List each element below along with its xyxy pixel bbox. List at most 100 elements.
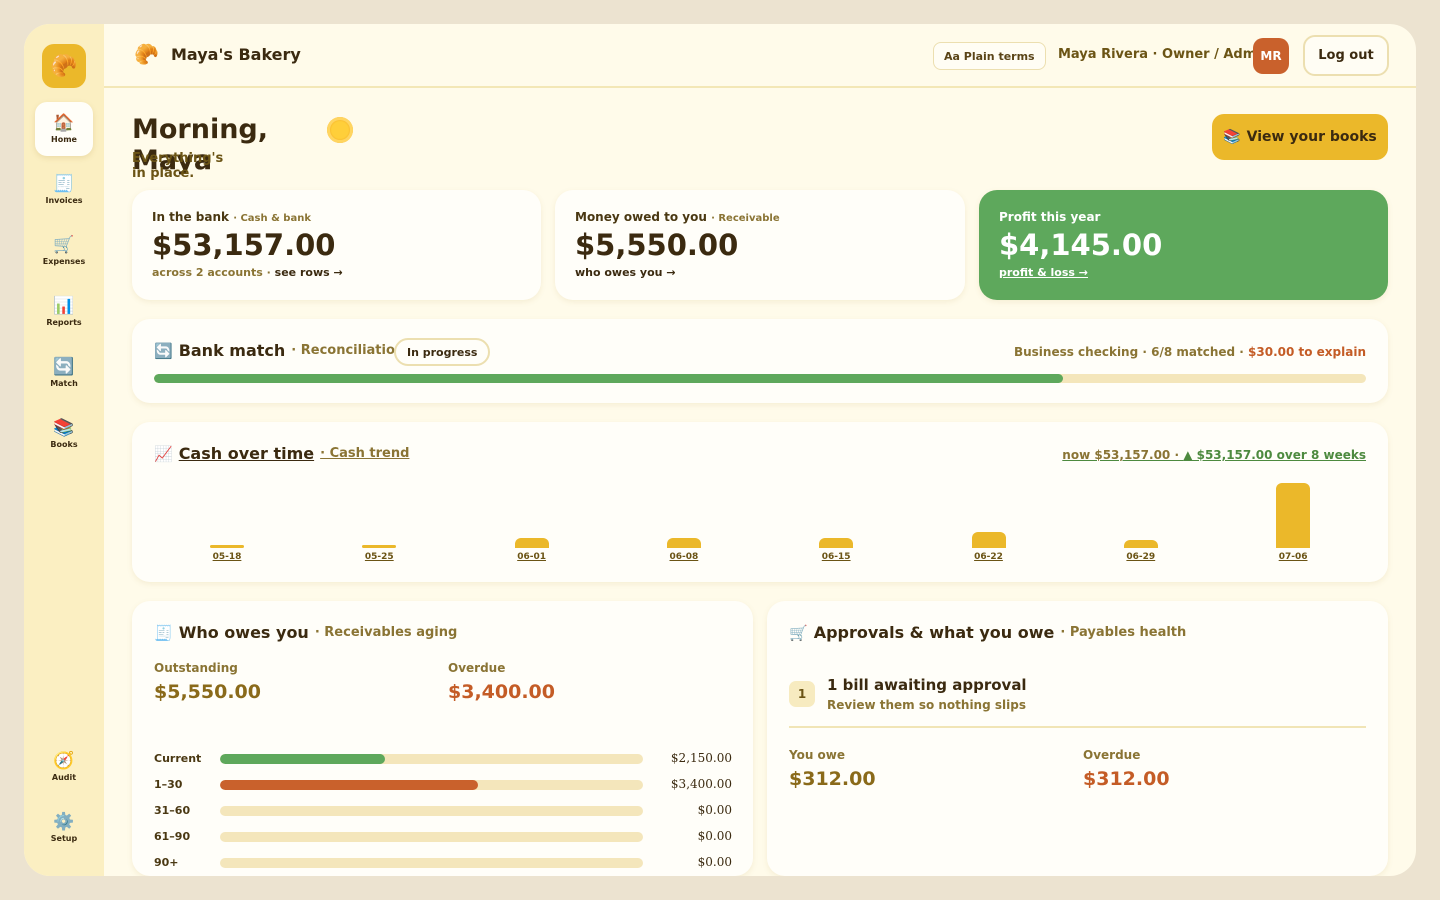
- bank-match-card: 🔄 Bank match · Reconciliation In progres…: [132, 319, 1388, 403]
- receivable-caption: who owes you →: [575, 266, 676, 279]
- sidebar-item-home[interactable]: 🏠 Home: [35, 102, 93, 156]
- aging-bucket-label: 1–30: [154, 778, 183, 791]
- plain-terms-toggle[interactable]: Aa Plain terms: [933, 42, 1046, 70]
- chart-x-tick-label[interactable]: 07-06: [1268, 552, 1318, 562]
- outstanding-label: Outstanding: [154, 661, 238, 675]
- sidebar: 🥐 🏠 Home 🧾 Invoices 🛒 Expenses 📊 Reports…: [24, 24, 104, 876]
- reconciliation-progress: [154, 374, 1366, 383]
- chart-bar[interactable]: [362, 544, 397, 548]
- chart-bar[interactable]: [819, 538, 854, 548]
- outstanding-value: $5,550.00: [154, 681, 261, 703]
- section-header: 🔄 Bank match · Reconciliation: [154, 341, 404, 360]
- sidebar-item-label: Expenses: [42, 257, 86, 266]
- gear-icon: ⚙️: [53, 812, 75, 832]
- aging-bucket-label: 61–90: [154, 830, 191, 843]
- cash-trend-card: 📈 Cash over time · Cash trend now $53,15…: [132, 422, 1388, 582]
- status-badge: In progress: [394, 338, 491, 366]
- invoice-icon: 🧾: [154, 623, 173, 642]
- sidebar-item-label: Audit: [51, 773, 77, 782]
- chart-x-tick-label[interactable]: 06-08: [659, 552, 709, 562]
- aging-bar: [220, 832, 643, 842]
- section-header: 🧾 Who owes you · Receivables aging: [154, 623, 457, 642]
- bank-balance-card: In the bank · Cash & bank $53,157.00 acr…: [132, 190, 541, 300]
- sidebar-item-expenses[interactable]: 🛒 Expenses: [35, 224, 93, 278]
- chart-x-tick-label[interactable]: 06-29: [1116, 552, 1166, 562]
- sidebar-item-invoices[interactable]: 🧾 Invoices: [35, 163, 93, 217]
- aging-bar-fill: [220, 780, 479, 790]
- section-title: Bank match: [178, 341, 286, 360]
- chart-bar[interactable]: [210, 544, 244, 548]
- sidebar-item-label: Match: [50, 379, 78, 388]
- aging-bucket-label: 31–60: [154, 804, 191, 817]
- receivable-value: $5,550.00: [575, 228, 739, 262]
- view-books-button[interactable]: 📚 View your books: [1212, 114, 1388, 160]
- sidebar-item-books[interactable]: 📚 Books: [35, 407, 93, 461]
- kpi-title: Money owed to you: [575, 210, 707, 224]
- aging-row: 31–60 $0.00: [154, 801, 732, 821]
- chart-x-tick-label[interactable]: 05-18: [202, 552, 252, 562]
- section-title: Approvals & what you owe: [813, 623, 1055, 642]
- sidebar-item-setup[interactable]: ⚙️ Setup: [35, 801, 93, 855]
- kpi-subtitle: · Cash & bank: [233, 213, 311, 224]
- chart-x-tick-label[interactable]: 06-01: [507, 552, 557, 562]
- progress-fill: [154, 374, 1063, 383]
- chart-bar[interactable]: [514, 538, 549, 548]
- approval-title[interactable]: 1 bill awaiting approval: [827, 676, 1027, 694]
- chart-bar[interactable]: [971, 531, 1006, 548]
- books-icon: 📚: [1223, 129, 1241, 145]
- aging-bar: [220, 754, 643, 764]
- cash-trend-chart: 05-18 05-25 06-01 06-08 06-15 06-22 06-29 07-06: [154, 478, 1366, 568]
- chart-bar[interactable]: [1123, 539, 1158, 548]
- view-books-label: View your books: [1246, 129, 1377, 145]
- aging-row: 61–90 $0.00: [154, 827, 732, 847]
- chart-x-tick-label[interactable]: 06-15: [811, 552, 861, 562]
- books-icon: 📚: [53, 418, 75, 438]
- section-title: Who owes you: [178, 623, 309, 642]
- section-subtitle: · Payables health: [1060, 625, 1187, 640]
- page-subtitle: Everything's in place.: [132, 151, 224, 181]
- house-icon: 🏠: [53, 113, 75, 133]
- section-header[interactable]: 📈 Cash over time · Cash trend: [154, 444, 409, 463]
- aging-bar: [220, 858, 643, 868]
- chart-x-tick-label[interactable]: 06-22: [964, 552, 1014, 562]
- cart-icon: 🛒: [789, 623, 808, 642]
- aging-bucket-label: Current: [154, 752, 202, 765]
- user-role-label: Maya Rivera · Owner / Admin: [1058, 47, 1270, 62]
- overdue-label: Overdue: [448, 661, 506, 675]
- sidebar-item-reports[interactable]: 📊 Reports: [35, 285, 93, 339]
- sidebar-item-label: Home: [51, 135, 77, 144]
- sidebar-item-label: Setup: [50, 834, 78, 843]
- sidebar-item-audit[interactable]: 🧭 Audit: [35, 740, 93, 794]
- chart-bar[interactable]: [666, 538, 701, 548]
- sidebar-item-label: Reports: [46, 318, 82, 327]
- sync-icon: 🔄: [53, 357, 75, 377]
- approval-count-badge: 1: [789, 681, 815, 707]
- current-balance: now $53,157.00 ·: [1062, 448, 1184, 462]
- divider: [789, 726, 1366, 728]
- overdue-value: $3,400.00: [448, 681, 555, 703]
- aging-bar: [220, 806, 643, 816]
- top-bar: 🥐 Maya's Bakery Aa Plain terms Maya Rive…: [104, 24, 1416, 88]
- chart-x-tick-label[interactable]: 05-25: [354, 552, 404, 562]
- you-owe-value: $312.00: [789, 768, 876, 790]
- kpi-label: In the bank · Cash & bank: [152, 210, 311, 224]
- see-rows-link[interactable]: see rows →: [275, 266, 343, 279]
- trend-summary[interactable]: now $53,157.00 · ▲ $53,157.00 over 8 wee…: [1062, 448, 1366, 462]
- sidebar-item-match[interactable]: 🔄 Match: [35, 346, 93, 400]
- to-explain-amount[interactable]: $30.00 to explain: [1248, 345, 1366, 359]
- sidebar-item-label: Books: [50, 440, 78, 449]
- app-window: 🥐 🏠 Home 🧾 Invoices 🛒 Expenses 📊 Reports…: [24, 24, 1416, 876]
- bank-accounts-caption: across 2 accounts · see rows →: [152, 266, 343, 279]
- croissant-logo-icon[interactable]: 🥐: [42, 44, 86, 88]
- chart-bar[interactable]: [1276, 483, 1311, 548]
- payables-overdue-value: $312.00: [1083, 768, 1170, 790]
- kpi-subtitle: · Receivable: [711, 213, 780, 224]
- receivables-card: 🧾 Who owes you · Receivables aging Outst…: [132, 601, 753, 876]
- logout-button[interactable]: Log out: [1303, 35, 1389, 76]
- profit-value: $4,145.00: [999, 228, 1163, 262]
- avatar[interactable]: MR: [1253, 38, 1289, 74]
- who-owes-link[interactable]: who owes you →: [575, 266, 676, 279]
- kpi-title: In the bank: [152, 210, 229, 224]
- profit-loss-link[interactable]: profit & loss →: [999, 266, 1088, 279]
- receivable-card: Money owed to you · Receivable $5,550.00…: [555, 190, 965, 300]
